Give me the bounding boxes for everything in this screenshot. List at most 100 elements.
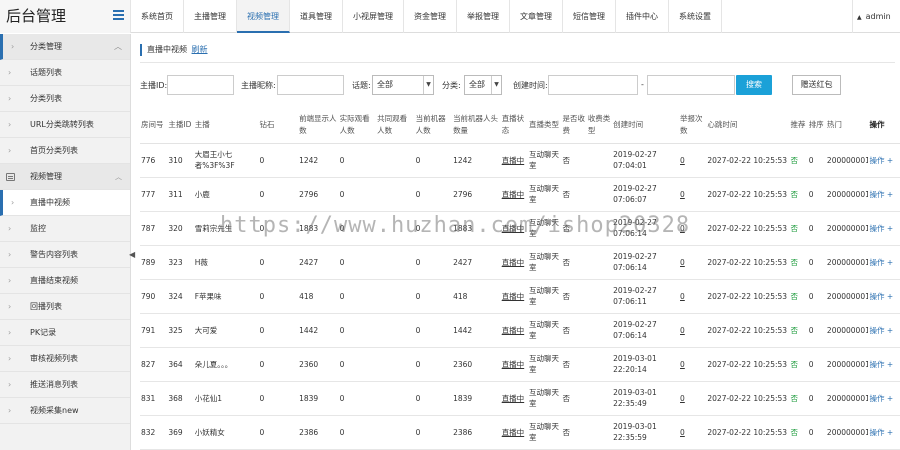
- live-status-link[interactable]: 直播中: [501, 381, 528, 415]
- table-cell: 200000001: [826, 427, 869, 437]
- column-header: 直播状态: [500, 107, 529, 144]
- table-cell: 2027-02-22 10:25:53: [707, 393, 788, 403]
- report-count-link[interactable]: 0: [679, 381, 706, 415]
- recommend-toggle[interactable]: 否: [789, 381, 807, 415]
- table-cell: 1883: [299, 223, 319, 233]
- sidebar-item[interactable]: › 审核视频列表: [0, 346, 130, 372]
- nav-tab[interactable]: 道具管理: [290, 0, 343, 33]
- topic-select[interactable]: 全部 ▼: [372, 75, 434, 95]
- live-status-link[interactable]: 直播中: [501, 177, 528, 211]
- report-count-link[interactable]: 0: [679, 313, 706, 347]
- nav-tab[interactable]: 小视屏管理: [343, 0, 404, 33]
- row-actions-button[interactable]: 操作 +: [868, 347, 900, 381]
- nav-tab[interactable]: 短信管理: [563, 0, 616, 33]
- recommend-toggle[interactable]: 否: [789, 347, 807, 381]
- row-actions-button[interactable]: 操作 +: [868, 415, 900, 449]
- refresh-link[interactable]: 刷新: [192, 45, 208, 54]
- row-actions-button[interactable]: 操作 +: [868, 279, 900, 313]
- live-status-link[interactable]: 直播中: [501, 211, 528, 245]
- table-cell: 789: [141, 257, 156, 267]
- report-count-link[interactable]: 0: [679, 245, 706, 279]
- recommend-toggle[interactable]: 否: [789, 143, 807, 177]
- report-count-link[interactable]: 0: [679, 211, 706, 245]
- table-row: 777 311 小鹿 0 2796 0 0 2796 直播中 互动聊天室否 2019-02-27 0…: [140, 177, 900, 211]
- row-actions-button[interactable]: 操作 +: [868, 211, 900, 245]
- live-status-link[interactable]: 直播中: [501, 415, 528, 449]
- table-cell: 200000001: [826, 393, 869, 403]
- recommend-toggle[interactable]: 否: [789, 245, 807, 279]
- chevron-right-icon: ›: [11, 42, 15, 51]
- nav-tab[interactable]: 系统首页: [131, 0, 184, 33]
- table-cell: 311: [168, 189, 183, 199]
- sidebar-item[interactable]: › 首页分类列表: [0, 138, 130, 164]
- sidebar-item[interactable]: › 分类列表: [0, 86, 130, 112]
- column-header: 房间号: [140, 107, 168, 144]
- sidebar-item[interactable]: › 视频采集new: [0, 398, 130, 424]
- table-cell: 否: [562, 189, 570, 199]
- sidebar-item[interactable]: › 分类管理 ︿: [0, 34, 130, 60]
- sidebar-item[interactable]: › 回播列表: [0, 294, 130, 320]
- row-actions-button[interactable]: 操作 +: [868, 143, 900, 177]
- search-button[interactable]: 搜索: [736, 75, 772, 95]
- recommend-toggle[interactable]: 否: [789, 279, 807, 313]
- column-header: 直播类型: [528, 107, 562, 144]
- nav-tab[interactable]: 资金管理: [404, 0, 457, 33]
- table-cell: 1242: [453, 155, 473, 165]
- table-row: 791 325 大可爱 0 1442 0 0 1442 直播中 互动聊天室否 2019-02-27 …: [140, 313, 900, 347]
- table-cell: 325: [168, 325, 183, 335]
- report-count-link[interactable]: 0: [679, 279, 706, 313]
- recommend-toggle[interactable]: 否: [789, 415, 807, 449]
- nav-tab[interactable]: 文章管理: [510, 0, 563, 33]
- table-cell: 否: [562, 325, 570, 335]
- anchor-name-input[interactable]: [277, 75, 344, 95]
- sidebar-item[interactable]: › 监控: [0, 216, 130, 242]
- recommend-toggle[interactable]: 否: [789, 211, 807, 245]
- table-cell: 否: [562, 155, 570, 165]
- sidebar-item[interactable]: › 话题列表: [0, 60, 130, 86]
- table-cell: 2019-03-01 22:35:49: [613, 388, 657, 408]
- sidebar-item[interactable]: › 推送消息列表: [0, 372, 130, 398]
- live-status-link[interactable]: 直播中: [501, 313, 528, 347]
- category-select[interactable]: 全部 ▼: [464, 75, 502, 95]
- nav-tab[interactable]: 举报管理: [457, 0, 510, 33]
- sidebar-group[interactable]: 视频管理 ︿: [0, 164, 130, 190]
- table-cell: [587, 381, 612, 415]
- send-red-packet-button[interactable]: 赠送红包: [792, 75, 841, 95]
- table-cell: 0: [415, 427, 421, 437]
- report-count-link[interactable]: 0: [679, 415, 706, 449]
- live-status-link[interactable]: 直播中: [501, 279, 528, 313]
- table-cell: 0: [808, 257, 814, 267]
- hamburger-menu-icon[interactable]: [113, 10, 124, 20]
- table-row: 787 320 雪莉宗先生 0 1883 0 0 1883 直播中 互动聊天室否 2019-02-2…: [140, 211, 900, 245]
- row-actions-button[interactable]: 操作 +: [868, 313, 900, 347]
- table-cell: 0: [808, 393, 814, 403]
- row-actions-button[interactable]: 操作 +: [868, 177, 900, 211]
- report-count-link[interactable]: 0: [679, 177, 706, 211]
- report-count-link[interactable]: 0: [679, 143, 706, 177]
- sidebar-item[interactable]: › PK记录: [0, 320, 130, 346]
- nav-tab[interactable]: 视频管理: [237, 0, 290, 33]
- nav-tab[interactable]: 插件中心: [616, 0, 669, 33]
- row-actions-button[interactable]: 操作 +: [868, 245, 900, 279]
- created-time-label: 创建时间:: [513, 81, 548, 90]
- sidebar-item[interactable]: › 警告内容列表: [0, 242, 130, 268]
- user-name: admin: [865, 12, 891, 21]
- recommend-toggle[interactable]: 否: [789, 313, 807, 347]
- anchor-id-input[interactable]: [167, 75, 234, 95]
- table-row: 832 369 小妖精女 0 2386 0 0 2386 直播中 互动聊天室否 2019-03-01…: [140, 415, 900, 449]
- created-start-input[interactable]: [548, 75, 638, 95]
- row-actions-button[interactable]: 操作 +: [868, 381, 900, 415]
- live-status-link[interactable]: 直播中: [501, 347, 528, 381]
- live-status-link[interactable]: 直播中: [501, 245, 528, 279]
- nav-tab[interactable]: 系统设置: [669, 0, 722, 33]
- user-menu[interactable]: ▲ admin: [852, 0, 900, 33]
- table-cell: 200000001: [826, 291, 869, 301]
- created-end-input[interactable]: [647, 75, 735, 95]
- report-count-link[interactable]: 0: [679, 347, 706, 381]
- nav-tab[interactable]: 主播管理: [184, 0, 237, 33]
- sidebar-item[interactable]: › 直播结束视频: [0, 268, 130, 294]
- recommend-toggle[interactable]: 否: [789, 177, 807, 211]
- sidebar-item[interactable]: › URL分类跳转列表: [0, 112, 130, 138]
- sidebar-item[interactable]: › 直播中视频: [0, 190, 130, 216]
- live-status-link[interactable]: 直播中: [501, 143, 528, 177]
